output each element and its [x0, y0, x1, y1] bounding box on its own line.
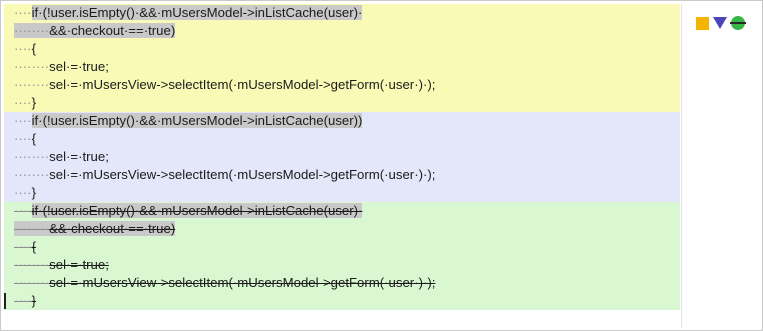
code-line[interactable]: ········sel·=·true; [4, 148, 680, 166]
indent-whitespace: ········ [14, 221, 50, 236]
blue-triangle-marker-icon[interactable] [713, 17, 727, 29]
code-line[interactable]: ········sel·=·true; [4, 58, 680, 76]
code-text: sel·=·mUsersView->selectItem(·mUsersMode… [49, 275, 436, 290]
indent-whitespace: ········ [14, 77, 50, 92]
indent-whitespace: ···· [14, 185, 32, 200]
code-text: { [31, 131, 36, 146]
indent-whitespace: ···· [14, 239, 32, 254]
code-text: } [31, 95, 36, 110]
indent-whitespace: ········ [14, 59, 50, 74]
code-line[interactable]: ····} [4, 292, 680, 310]
code-line[interactable]: ····{ [4, 130, 680, 148]
code-text: } [31, 293, 36, 308]
indent-whitespace: ···· [14, 5, 32, 20]
conflict-block-yours[interactable]: ····if·(!user.isEmpty()·&&·mUsersModel->… [4, 4, 680, 112]
code-text: } [31, 185, 36, 200]
code-text: { [31, 239, 36, 254]
code-text: &&·checkout·==·true) [49, 221, 176, 236]
code-text: sel·=·true; [49, 149, 109, 164]
code-line[interactable]: ········&&·checkout·==·true) [4, 22, 680, 40]
code-line[interactable]: ········sel·=·true; [4, 256, 680, 274]
indent-whitespace: ···· [14, 293, 32, 308]
code-text: if·(!user.isEmpty()·&&·mUsersModel->inLi… [31, 203, 363, 218]
code-line[interactable]: ····if·(!user.isEmpty()·&&·mUsersModel->… [4, 202, 680, 220]
code-line[interactable]: ········sel·=·mUsersView->selectItem(·mU… [4, 76, 680, 94]
code-line[interactable]: ········sel·=·mUsersView->selectItem(·mU… [4, 166, 680, 184]
indent-whitespace: ···· [14, 95, 32, 110]
code-line[interactable]: ········&&·checkout·==·true) [4, 220, 680, 238]
code-line[interactable]: ····{ [4, 238, 680, 256]
conflict-markers [696, 16, 746, 30]
code-text: &&·checkout·==·true) [49, 23, 176, 38]
merge-conflict-viewer: ····if·(!user.isEmpty()·&&·mUsersModel->… [0, 0, 763, 331]
code-line[interactable]: ····{ [4, 40, 680, 58]
code-text: sel·=·true; [49, 59, 109, 74]
code-text: sel·=·mUsersView->selectItem(·mUsersMode… [49, 77, 436, 92]
code-line[interactable]: ········sel·=·mUsersView->selectItem(·mU… [4, 274, 680, 292]
marker-gutter [681, 4, 760, 328]
indent-whitespace: ···· [14, 203, 32, 218]
code-text: sel·=·mUsersView->selectItem(·mUsersMode… [49, 167, 436, 182]
orange-square-marker-icon[interactable] [696, 16, 709, 30]
indent-whitespace: ········ [14, 23, 50, 38]
code-line[interactable]: ····} [4, 184, 680, 202]
code-text: { [31, 41, 36, 56]
green-circle-marker-icon[interactable] [730, 16, 746, 30]
diff-pane[interactable]: ····if·(!user.isEmpty()·&&·mUsersModel->… [4, 4, 680, 328]
indent-whitespace: ···· [14, 131, 32, 146]
conflict-block-base[interactable]: ····if·(!user.isEmpty()·&&·mUsersModel->… [4, 202, 680, 310]
indent-whitespace: ···· [14, 41, 32, 56]
code-line[interactable]: ····if·(!user.isEmpty()·&&·mUsersModel->… [4, 4, 680, 22]
indent-whitespace: ········ [14, 257, 50, 272]
text-cursor [4, 293, 6, 309]
indent-whitespace: ········ [14, 167, 50, 182]
conflict-block-theirs[interactable]: ····if·(!user.isEmpty()·&&·mUsersModel->… [4, 112, 680, 202]
code-line[interactable]: ····} [4, 94, 680, 112]
code-text: if·(!user.isEmpty()·&&·mUsersModel->inLi… [31, 113, 363, 128]
indent-whitespace: ········ [14, 275, 50, 290]
indent-whitespace: ········ [14, 149, 50, 164]
code-line[interactable]: ····if·(!user.isEmpty()·&&·mUsersModel->… [4, 112, 680, 130]
indent-whitespace: ···· [14, 113, 32, 128]
code-text: sel·=·true; [49, 257, 109, 272]
code-text: if·(!user.isEmpty()·&&·mUsersModel->inLi… [31, 5, 363, 20]
